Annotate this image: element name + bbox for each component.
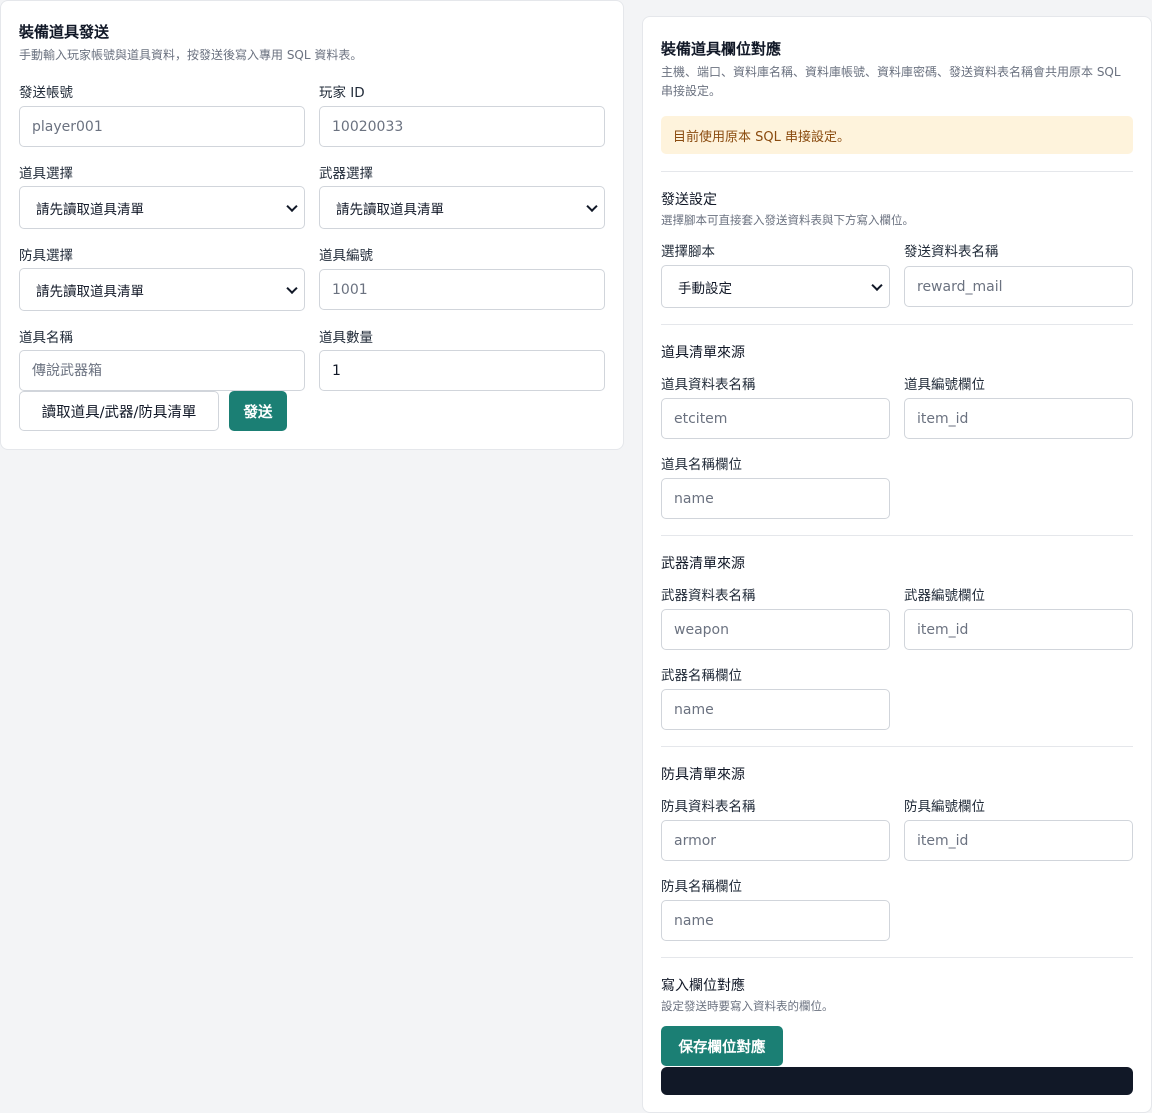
item-table-input[interactable]	[661, 398, 890, 439]
send-button[interactable]: 發送	[229, 391, 287, 431]
item-select-label: 道具選擇	[19, 166, 73, 182]
divider	[661, 324, 1133, 325]
chevron-down-icon	[586, 200, 598, 212]
panel-title: 裝備道具欄位對應	[661, 40, 782, 58]
item-no-input[interactable]	[319, 269, 605, 310]
weapon-name-field-input[interactable]	[661, 689, 890, 730]
script-select-value: 手動設定	[678, 280, 732, 297]
player-id-input[interactable]	[319, 106, 605, 147]
item-select-value: 請先讀取道具清單	[36, 201, 144, 218]
divider	[661, 746, 1133, 747]
armor-table-label: 防具資料表名稱	[661, 799, 756, 815]
item-name-label: 道具名稱	[19, 330, 73, 346]
write-mapping-title: 寫入欄位對應	[661, 978, 745, 994]
weapon-source-title: 武器清單來源	[661, 556, 745, 572]
write-mapping-subtitle: 設定發送時要寫入資料表的欄位。	[661, 999, 834, 1013]
divider	[661, 957, 1133, 958]
send-settings-title: 發送設定	[661, 192, 717, 208]
armor-select[interactable]: 請先讀取道具清單	[19, 268, 305, 311]
weapon-table-label: 武器資料表名稱	[661, 588, 756, 604]
armor-name-field-label: 防具名稱欄位	[661, 879, 742, 895]
armor-table-input[interactable]	[661, 820, 890, 861]
item-send-panel: 裝備道具發送 手動輸入玩家帳號與道具資料，按發送後寫入專用 SQL 資料表。 發…	[0, 0, 624, 450]
player-id-label: 玩家 ID	[319, 85, 365, 101]
weapon-id-field-input[interactable]	[904, 609, 1133, 650]
item-select[interactable]: 請先讀取道具清單	[19, 186, 305, 229]
item-qty-label: 道具數量	[319, 330, 373, 346]
script-label: 選擇腳本	[661, 244, 715, 260]
armor-id-field-label: 防具編號欄位	[904, 799, 985, 815]
panel-subtitle: 手動輸入玩家帳號與道具資料，按發送後寫入專用 SQL 資料表。	[19, 48, 363, 62]
weapon-select-value: 請先讀取道具清單	[336, 201, 444, 218]
item-table-label: 道具資料表名稱	[661, 377, 756, 393]
item-name-field-label: 道具名稱欄位	[661, 457, 742, 473]
item-id-field-input[interactable]	[904, 398, 1133, 439]
chevron-down-icon	[871, 279, 883, 291]
panel-subtitle: 主機、端口、資料庫名稱、資料庫帳號、資料庫密碼、發送資料表名稱會共用原本 SQL…	[661, 65, 1121, 98]
panel-title: 裝備道具發送	[19, 23, 110, 41]
weapon-select[interactable]: 請先讀取道具清單	[319, 186, 605, 229]
item-source-title: 道具清單來源	[661, 345, 745, 361]
send-table-label: 發送資料表名稱	[904, 244, 999, 260]
field-mapping-panel: 裝備道具欄位對應 主機、端口、資料庫名稱、資料庫帳號、資料庫密碼、發送資料表名稱…	[642, 16, 1152, 1113]
account-label: 發送帳號	[19, 85, 73, 101]
sql-settings-notice: 目前使用原本 SQL 串接設定。	[661, 116, 1133, 154]
item-id-field-label: 道具編號欄位	[904, 377, 985, 393]
weapon-table-input[interactable]	[661, 609, 890, 650]
armor-id-field-input[interactable]	[904, 820, 1133, 861]
account-input[interactable]	[19, 106, 305, 147]
script-select[interactable]: 手動設定	[661, 265, 890, 308]
save-mapping-button[interactable]: 保存欄位對應	[661, 1026, 783, 1066]
chevron-down-icon	[286, 200, 298, 212]
load-lists-button[interactable]: 讀取道具/武器/防具清單	[19, 391, 219, 431]
armor-select-label: 防具選擇	[19, 248, 73, 264]
weapon-select-label: 武器選擇	[319, 166, 373, 182]
chevron-down-icon	[286, 282, 298, 294]
divider	[661, 171, 1133, 172]
weapon-id-field-label: 武器編號欄位	[904, 588, 985, 604]
armor-name-field-input[interactable]	[661, 900, 890, 941]
item-qty-input[interactable]	[319, 350, 605, 391]
send-table-input[interactable]	[904, 266, 1133, 307]
armor-select-value: 請先讀取道具清單	[36, 283, 144, 300]
weapon-name-field-label: 武器名稱欄位	[661, 668, 742, 684]
divider	[661, 535, 1133, 536]
status-log-bar	[661, 1067, 1133, 1095]
send-settings-subtitle: 選擇腳本可直接套入發送資料表與下方寫入欄位。	[661, 213, 914, 227]
item-name-field-input[interactable]	[661, 478, 890, 519]
armor-source-title: 防具清單來源	[661, 767, 745, 783]
item-name-input[interactable]	[19, 350, 305, 391]
item-no-label: 道具編號	[319, 248, 373, 264]
